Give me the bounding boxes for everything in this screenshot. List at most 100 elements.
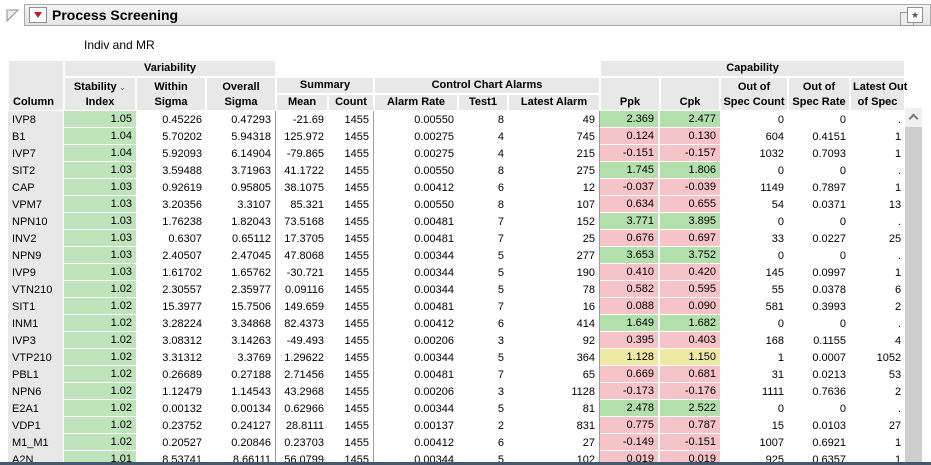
cell-within_sigma[interactable]: 0.00132 <box>136 400 206 417</box>
cell-column[interactable]: NPN9 <box>8 247 64 264</box>
cell-ppk[interactable]: 0.775 <box>600 417 660 434</box>
cell-test1[interactable]: 2 <box>458 417 508 434</box>
cell-cpk[interactable]: 0.403 <box>660 332 720 349</box>
cell-oos_count[interactable]: 604 <box>720 128 788 145</box>
cell-stability_index[interactable]: 1.03 <box>64 264 136 281</box>
table-row[interactable]: NPN61.021.124791.1454343.296814550.00206… <box>8 383 905 400</box>
cell-overall_sigma[interactable]: 0.27188 <box>206 366 276 383</box>
cell-oos_rate[interactable]: 0.3993 <box>788 298 850 315</box>
cell-count[interactable]: 1455 <box>328 383 374 400</box>
cell-within_sigma[interactable]: 5.70202 <box>136 128 206 145</box>
bookmark-star-button[interactable]: ★ <box>899 7 923 26</box>
cell-ppk[interactable]: 0.088 <box>600 298 660 315</box>
cell-within_sigma[interactable]: 0.26689 <box>136 366 206 383</box>
cell-cpk[interactable]: 0.090 <box>660 298 720 315</box>
table-row[interactable]: IVP71.045.920936.14904-79.86514550.00275… <box>8 145 905 162</box>
cell-mean[interactable]: 43.2968 <box>276 383 328 400</box>
cell-latest_oos[interactable]: . <box>850 400 905 417</box>
table-row[interactable]: IVP91.031.617021.65762-30.72114550.00344… <box>8 264 905 281</box>
table-row[interactable]: NPN91.032.405072.4704547.806814550.00344… <box>8 247 905 264</box>
cell-within_sigma[interactable]: 0.6307 <box>136 230 206 247</box>
cell-latest_oos[interactable]: 53 <box>850 366 905 383</box>
cell-latest_alarm[interactable]: 831 <box>508 417 600 434</box>
cell-alarm_rate[interactable]: 0.00344 <box>374 247 458 264</box>
cell-stability_index[interactable]: 1.03 <box>64 162 136 179</box>
cell-latest_oos[interactable]: 1 <box>850 128 905 145</box>
cell-within_sigma[interactable]: 3.31312 <box>136 349 206 366</box>
cell-ppk[interactable]: 3.653 <box>600 247 660 264</box>
cell-latest_alarm[interactable]: 65 <box>508 366 600 383</box>
cell-test1[interactable]: 3 <box>458 332 508 349</box>
cell-latest_alarm[interactable]: 277 <box>508 247 600 264</box>
cell-mean[interactable]: 17.3705 <box>276 230 328 247</box>
table-row[interactable]: INM11.023.282243.3486882.437314550.00412… <box>8 315 905 332</box>
cell-mean[interactable]: 41.1722 <box>276 162 328 179</box>
cell-alarm_rate[interactable]: 0.00275 <box>374 128 458 145</box>
column-header-ppk[interactable]: Ppk <box>600 77 660 111</box>
cell-column[interactable]: INM1 <box>8 315 64 332</box>
cell-overall_sigma[interactable]: 3.71963 <box>206 162 276 179</box>
cell-cpk[interactable]: 3.752 <box>660 247 720 264</box>
cell-ppk[interactable]: 0.582 <box>600 281 660 298</box>
cell-column[interactable]: NPN10 <box>8 213 64 230</box>
cell-latest_oos[interactable]: 4 <box>850 332 905 349</box>
cell-test1[interactable]: 8 <box>458 162 508 179</box>
cell-overall_sigma[interactable]: 0.24127 <box>206 417 276 434</box>
cell-oos_rate[interactable]: 0.7897 <box>788 179 850 196</box>
cell-ppk[interactable]: 1.745 <box>600 162 660 179</box>
cell-count[interactable]: 1455 <box>328 264 374 281</box>
cell-cpk[interactable]: 0.655 <box>660 196 720 213</box>
cell-latest_alarm[interactable]: 27 <box>508 434 600 451</box>
cell-oos_count[interactable]: 15 <box>720 417 788 434</box>
cell-latest_oos[interactable]: 1 <box>850 145 905 162</box>
column-header-out-of-spec-rate[interactable]: Out ofSpec Rate <box>788 77 850 111</box>
disclosure-triangle-icon[interactable] <box>5 7 21 23</box>
cell-within_sigma[interactable]: 2.40507 <box>136 247 206 264</box>
cell-ppk[interactable]: -0.149 <box>600 434 660 451</box>
cell-mean[interactable]: 82.4373 <box>276 315 328 332</box>
cell-alarm_rate[interactable]: 0.00137 <box>374 417 458 434</box>
cell-overall_sigma[interactable]: 0.20846 <box>206 434 276 451</box>
cell-mean[interactable]: 2.71456 <box>276 366 328 383</box>
cell-overall_sigma[interactable]: 0.65112 <box>206 230 276 247</box>
table-row[interactable]: VPM71.033.203563.310785.32114550.0055081… <box>8 196 905 213</box>
column-header-overall-sigma[interactable]: OverallSigma <box>206 77 276 111</box>
cell-stability_index[interactable]: 1.02 <box>64 400 136 417</box>
cell-cpk[interactable]: 1.150 <box>660 349 720 366</box>
cell-count[interactable]: 1455 <box>328 111 374 128</box>
cell-ppk[interactable]: -0.151 <box>600 145 660 162</box>
group-header-summary[interactable]: Summary <box>276 77 374 94</box>
cell-column[interactable]: IVP8 <box>8 111 64 128</box>
cell-oos_rate[interactable]: 0.0103 <box>788 417 850 434</box>
cell-column[interactable]: NPN6 <box>8 383 64 400</box>
cell-latest_oos[interactable]: . <box>850 111 905 128</box>
cell-alarm_rate[interactable]: 0.00344 <box>374 264 458 281</box>
cell-ppk[interactable]: 0.669 <box>600 366 660 383</box>
cell-test1[interactable]: 3 <box>458 383 508 400</box>
cell-mean[interactable]: 0.62966 <box>276 400 328 417</box>
cell-count[interactable]: 1455 <box>328 332 374 349</box>
cell-oos_count[interactable]: 0 <box>720 213 788 230</box>
cell-latest_alarm[interactable]: 1128 <box>508 383 600 400</box>
group-header-variability[interactable]: Variability <box>64 60 276 77</box>
cell-cpk[interactable]: 2.522 <box>660 400 720 417</box>
column-header-column[interactable]: Column <box>8 60 64 111</box>
cell-ppk[interactable]: 1.649 <box>600 315 660 332</box>
cell-within_sigma[interactable]: 3.59488 <box>136 162 206 179</box>
cell-column[interactable]: VTP210 <box>8 349 64 366</box>
table-row[interactable]: SIT21.033.594883.7196341.172214550.00550… <box>8 162 905 179</box>
cell-ppk[interactable]: 0.410 <box>600 264 660 281</box>
cell-overall_sigma[interactable]: 3.3107 <box>206 196 276 213</box>
cell-latest_oos[interactable]: 2 <box>850 383 905 400</box>
cell-overall_sigma[interactable]: 3.14263 <box>206 332 276 349</box>
cell-count[interactable]: 1455 <box>328 434 374 451</box>
cell-mean[interactable]: 149.659 <box>276 298 328 315</box>
cell-oos_rate[interactable]: 0 <box>788 315 850 332</box>
cell-test1[interactable]: 5 <box>458 264 508 281</box>
cell-overall_sigma[interactable]: 0.95805 <box>206 179 276 196</box>
table-row[interactable]: PBL11.020.266890.271882.7145614550.00481… <box>8 366 905 383</box>
table-row[interactable]: VTP2101.023.313123.37691.2962214550.0034… <box>8 349 905 366</box>
cell-latest_alarm[interactable]: 12 <box>508 179 600 196</box>
cell-count[interactable]: 1455 <box>328 196 374 213</box>
cell-test1[interactable]: 8 <box>458 196 508 213</box>
